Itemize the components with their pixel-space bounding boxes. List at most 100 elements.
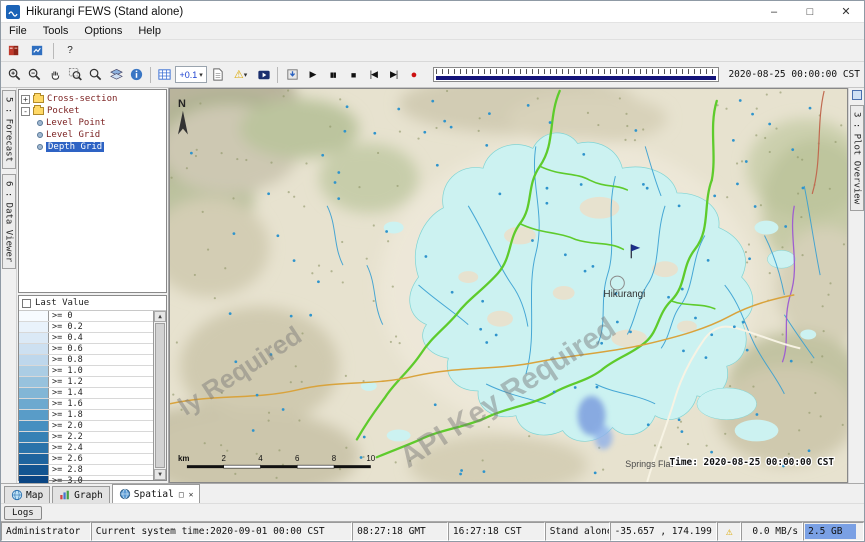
- time-slider[interactable]: [433, 67, 720, 82]
- legend-label: >= 1.8: [49, 410, 83, 420]
- grid-icon: [157, 67, 172, 82]
- tab-map[interactable]: Map: [4, 486, 50, 503]
- first-frame-icon: |◀: [370, 69, 377, 80]
- stop-button[interactable]: ■: [343, 65, 362, 84]
- layer-bullet-icon: [37, 144, 43, 150]
- spatial-globe-icon: [119, 488, 131, 500]
- legend-label: >= 0.2: [49, 322, 83, 332]
- tree-label: Cross-section: [47, 94, 117, 104]
- tree-node-depth-grid[interactable]: Depth Grid: [21, 141, 164, 153]
- last-frame-button[interactable]: ▶|: [384, 65, 403, 84]
- tab-data-viewer[interactable]: 6 : Data Viewer: [2, 174, 16, 269]
- zoom-extent-button[interactable]: [86, 65, 105, 84]
- legend-row[interactable]: >= 2.2: [19, 432, 153, 443]
- animation-export-button[interactable]: [254, 65, 273, 84]
- legend-row[interactable]: >= 2.6: [19, 454, 153, 465]
- toolbar-separator: [277, 67, 278, 83]
- expand-icon[interactable]: +: [21, 95, 30, 104]
- pause-icon: ▮▮: [330, 71, 336, 79]
- profile-display-button[interactable]: [208, 65, 227, 84]
- system-time-status: Current system time:2020-09-01 00:00 CST: [91, 522, 352, 541]
- scroll-down-icon[interactable]: ▼: [154, 469, 166, 480]
- legend-label: >= 2.6: [49, 454, 83, 464]
- status-bar: Administrator Current system time:2020-0…: [1, 521, 864, 541]
- dock-layout-icon[interactable]: [852, 90, 862, 100]
- tree-node-level-grid[interactable]: Level Grid: [21, 129, 164, 141]
- maximize-button[interactable]: □: [792, 1, 828, 22]
- legend-row[interactable]: >= 1.8: [19, 410, 153, 421]
- menu-file[interactable]: File: [1, 25, 35, 37]
- folder-icon: [33, 95, 44, 103]
- legend-row[interactable]: >= 0.8: [19, 355, 153, 366]
- legend-row[interactable]: >= 1.6: [19, 399, 153, 410]
- bottom-tab-bar: Map Graph Spatial □ ✕: [1, 483, 864, 503]
- collapse-icon[interactable]: -: [21, 107, 30, 116]
- tab-maximize-icon[interactable]: □: [179, 490, 184, 499]
- display-manager-button[interactable]: [27, 41, 47, 60]
- coordinates-display: -35.657 , 174.199: [610, 522, 718, 541]
- zoom-in-button[interactable]: [5, 65, 24, 84]
- logs-button[interactable]: Logs: [4, 506, 42, 520]
- local-clock: 16:27:18 CST: [448, 522, 545, 541]
- map-viewport[interactable]: ly Required API Key Required Hikurangi S…: [169, 88, 848, 483]
- legend-row[interactable]: >= 1.4: [19, 388, 153, 399]
- legend-row[interactable]: >= 1.0: [19, 366, 153, 377]
- info-button[interactable]: [127, 65, 146, 84]
- memory-usage: 2.5 GB: [803, 522, 864, 541]
- layers-button[interactable]: [107, 65, 126, 84]
- close-button[interactable]: ✕: [828, 1, 864, 22]
- map-time-label: Time: 2020-08-25 00:00:00 CST: [669, 457, 834, 468]
- scroll-up-icon[interactable]: ▲: [154, 311, 166, 322]
- legend-swatch: [19, 410, 49, 420]
- scrollbar-thumb[interactable]: [155, 323, 165, 468]
- grid-display-button[interactable]: [155, 65, 174, 84]
- tab-spatial[interactable]: Spatial □ ✕: [112, 484, 201, 503]
- legend-row[interactable]: >= 2.0: [19, 421, 153, 432]
- menu-help[interactable]: Help: [130, 25, 169, 37]
- legend-row[interactable]: >= 2.8: [19, 465, 153, 476]
- info-icon: [129, 67, 144, 82]
- zoom-box-button[interactable]: [66, 65, 85, 84]
- first-frame-button[interactable]: |◀: [364, 65, 383, 84]
- legend-row[interactable]: >= 0.6: [19, 344, 153, 355]
- menu-options[interactable]: Options: [76, 25, 130, 37]
- tab-graph[interactable]: Graph: [52, 486, 110, 503]
- forecast-manager-button[interactable]: [4, 41, 24, 60]
- tree-node-level-point[interactable]: Level Point: [21, 117, 164, 129]
- tree-node-pocket[interactable]: - Pocket: [21, 105, 164, 117]
- legend-row[interactable]: >= 2.4: [19, 443, 153, 454]
- tree-label: Level Grid: [46, 130, 100, 140]
- interval-selector[interactable]: +0.1 ▾: [175, 66, 206, 83]
- tab-close-icon[interactable]: ✕: [189, 490, 194, 499]
- legend-swatch: [19, 388, 49, 398]
- legend-scrollbar[interactable]: ▲ ▼: [153, 311, 166, 480]
- tab-plot-overview[interactable]: 3 : Plot Overview: [850, 105, 864, 211]
- legend-swatch: [19, 344, 49, 354]
- thresholds-button[interactable]: ⚠ ▾: [228, 65, 253, 84]
- layers-icon: [109, 67, 124, 82]
- title-bar: Hikurangi FEWS (Stand alone) – □ ✕: [1, 1, 864, 23]
- legend-label: >= 1.4: [49, 388, 83, 398]
- minimize-button[interactable]: –: [756, 1, 792, 22]
- time-slider-bar: [436, 76, 717, 80]
- record-button[interactable]: ●: [404, 65, 423, 84]
- help-button[interactable]: ?: [60, 41, 80, 60]
- legend-row[interactable]: >= 1.2: [19, 377, 153, 388]
- pan-button[interactable]: [46, 65, 65, 84]
- toolbar-separator: [53, 43, 54, 59]
- play-button[interactable]: ▶: [303, 65, 322, 84]
- zoom-out-button[interactable]: [25, 65, 44, 84]
- tree-node-cross-section[interactable]: + Cross-section: [21, 93, 164, 105]
- scale-tick-label: 4: [258, 454, 263, 463]
- legend-row[interactable]: >= 0.2: [19, 322, 153, 333]
- tab-forecast[interactable]: 5 : Forecast: [2, 90, 16, 169]
- pause-button[interactable]: ▮▮: [323, 65, 342, 84]
- save-snapshot-button[interactable]: [282, 65, 301, 84]
- gmt-clock: 08:27:18 GMT: [352, 522, 448, 541]
- last-value-checkbox[interactable]: [22, 299, 31, 308]
- menu-tools[interactable]: Tools: [35, 25, 77, 37]
- status-warning-cell[interactable]: ⚠: [717, 522, 741, 541]
- legend-row[interactable]: >= 0: [19, 311, 153, 322]
- legend-row[interactable]: >= 0.4: [19, 333, 153, 344]
- zoom-out-icon: [27, 67, 42, 82]
